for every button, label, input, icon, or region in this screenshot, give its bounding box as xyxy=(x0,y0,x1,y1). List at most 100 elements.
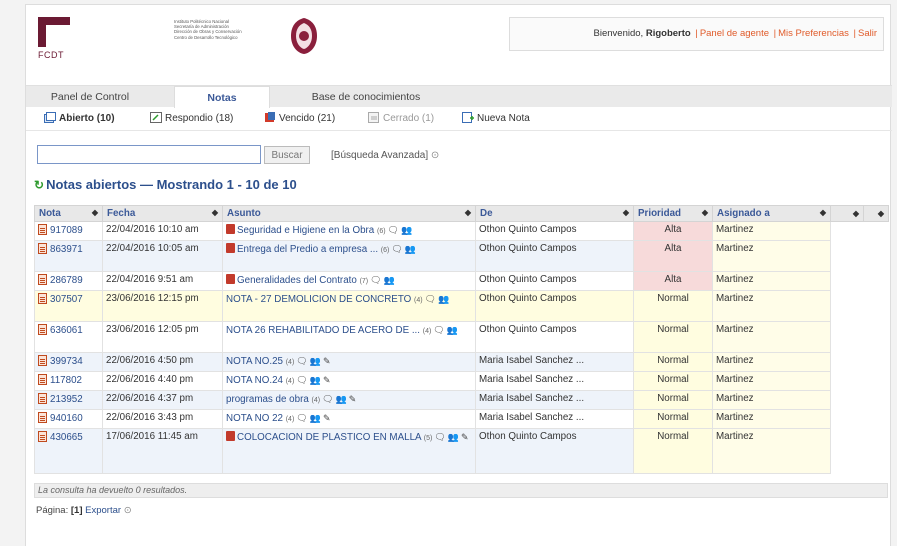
tab-panel-control[interactable]: Panel de Control xyxy=(40,86,140,108)
subject-cell[interactable]: NOTA NO.25 (4) 🗨 👥 ✎ xyxy=(222,352,476,372)
subject-link[interactable]: NOTA NO.25 xyxy=(226,356,283,367)
reply-count: (4) xyxy=(285,416,295,423)
note-id-cell[interactable]: 917089 xyxy=(34,221,103,241)
note-id-link[interactable]: 917089 xyxy=(50,225,83,236)
col-extra-2[interactable]: ◆ xyxy=(863,205,889,222)
subject-link[interactable]: NOTA 26 REHABILITADO DE ACERO DE ... xyxy=(226,325,420,336)
note-id-cell[interactable]: 117802 xyxy=(34,371,103,391)
advanced-search-link[interactable]: [Búsqueda Avanzada] ⊙ xyxy=(331,150,439,161)
subject-cell[interactable]: Entrega del Predio a empresa ... (6) 🗨 👥 xyxy=(222,240,476,272)
page-link[interactable]: [1] xyxy=(71,505,83,516)
assigned-cell: Martinez xyxy=(712,290,831,322)
note-id-link[interactable]: 430665 xyxy=(50,432,83,443)
sort-icon: ◆ xyxy=(819,208,826,217)
filter-closed[interactable]: Cerrado (1) xyxy=(368,112,434,124)
comment-icon: 🗨 xyxy=(387,225,399,235)
col-prioridad[interactable]: Prioridad ◆ xyxy=(633,205,713,222)
subject-link[interactable]: NOTA NO.24 xyxy=(226,375,283,386)
table-row[interactable]: 117802 22/06/2016 4:40 pm NOTA NO.24 (4) 🗨 👥… xyxy=(34,371,889,391)
col-fecha[interactable]: Fecha ◆ xyxy=(102,205,223,222)
comment-icon: 🗨 xyxy=(370,275,382,285)
users-icon: 👥 xyxy=(309,356,321,366)
overdue-icon xyxy=(265,112,275,122)
table-row[interactable]: 940160 22/06/2016 3:43 pm NOTA NO 22 (4) 🗨 👥… xyxy=(34,409,889,429)
subject-cell[interactable]: NOTA 26 REHABILITADO DE ACERO DE ... (4)… xyxy=(222,321,476,353)
priority-cell: Normal xyxy=(633,428,713,474)
priority-cell: Alta xyxy=(633,240,713,272)
col-asignado[interactable]: Asignado a ◆ xyxy=(712,205,831,222)
table-row[interactable]: 286789 22/04/2016 9:51 am Generalidades de… xyxy=(34,271,889,291)
note-id-link[interactable]: 213952 xyxy=(50,394,83,405)
subject-cell[interactable]: COLOCACION DE PLASTICO EN MALLA (5) 🗨 👥 ✎ xyxy=(222,428,476,474)
subject-cell[interactable]: Generalidades del Contrato (7) 🗨 👥 xyxy=(222,271,476,291)
note-id-cell[interactable]: 399734 xyxy=(34,352,103,372)
filter-answered[interactable]: Respondio (18) xyxy=(150,112,233,124)
note-id-cell[interactable]: 307507 xyxy=(34,290,103,322)
logout-link[interactable]: Salir xyxy=(858,28,877,39)
search-button[interactable]: Buscar xyxy=(264,146,310,164)
filter-overdue[interactable]: Vencido (21) xyxy=(264,112,335,124)
empty-cell xyxy=(864,322,889,353)
empty-cell xyxy=(831,322,864,353)
tab-notas[interactable]: Notas xyxy=(174,86,270,108)
from-cell: Maria Isabel Sanchez ... xyxy=(475,371,634,391)
note-id-link[interactable]: 399734 xyxy=(50,356,83,367)
note-id-link[interactable]: 117802 xyxy=(50,375,82,386)
note-id-link[interactable]: 863971 xyxy=(50,244,83,255)
table-row[interactable]: 399734 22/06/2016 4:50 pm NOTA NO.25 (4) 🗨 👥… xyxy=(34,352,889,372)
date-cell: 17/06/2016 11:45 am xyxy=(102,428,223,474)
subject-link[interactable]: NOTA - 27 DEMOLICION DE CONCRETO xyxy=(226,294,411,305)
note-id-cell[interactable]: 940160 xyxy=(34,409,103,429)
priority-cell: Normal xyxy=(633,352,713,372)
new-note-button[interactable]: Nueva Nota xyxy=(462,112,530,124)
page-frame: FCDT Instituto Politécnico Nacional Secr… xyxy=(25,4,892,546)
col-nota[interactable]: Nota ◆ xyxy=(34,205,103,222)
subject-cell[interactable]: NOTA NO 22 (4) 🗨 👥 ✎ xyxy=(222,409,476,429)
tab-knowledge-base[interactable]: Base de conocimientos xyxy=(286,86,446,108)
table-row[interactable]: 863971 22/04/2016 10:05 am Entrega del Pre… xyxy=(34,240,889,272)
note-id-link[interactable]: 940160 xyxy=(50,413,83,424)
users-icon: 👥 xyxy=(309,413,321,423)
subject-link[interactable]: NOTA NO 22 xyxy=(226,413,283,424)
table-row[interactable]: 307507 23/06/2016 12:15 pm NOTA - 27 DEMOL… xyxy=(34,290,889,322)
note-id-cell[interactable]: 430665 xyxy=(34,428,103,474)
table-row[interactable]: 636061 23/06/2016 12:05 pm NOTA 26 REHABIL… xyxy=(34,321,889,353)
date-cell: 22/04/2016 10:05 am xyxy=(102,240,223,272)
col-extra-1[interactable]: ◆ xyxy=(830,205,864,222)
subject-cell[interactable]: programas de obra (4) 🗨 👥 ✎ xyxy=(222,390,476,410)
export-link[interactable]: Exportar xyxy=(85,505,121,516)
subject-link[interactable]: Seguridad e Higiene en la Obra xyxy=(237,225,374,236)
note-id-cell[interactable]: 636061 xyxy=(34,321,103,353)
subject-cell[interactable]: NOTA - 27 DEMOLICION DE CONCRETO (4) 🗨 👥 xyxy=(222,290,476,322)
subject-link[interactable]: Generalidades del Contrato xyxy=(237,275,357,286)
attachment-icon: ✎ xyxy=(348,394,357,404)
subject-cell[interactable]: NOTA NO.24 (4) 🗨 👥 ✎ xyxy=(222,371,476,391)
note-doc-icon xyxy=(38,274,47,285)
note-id-cell[interactable]: 286789 xyxy=(34,271,103,291)
table-row[interactable]: 213952 22/06/2016 4:37 pm programas de obr… xyxy=(34,390,889,410)
col-asunto[interactable]: Asunto ◆ xyxy=(222,205,476,222)
pager: Página: [1] Exportar ⊙ xyxy=(36,505,132,516)
subject-link[interactable]: COLOCACION DE PLASTICO EN MALLA xyxy=(237,432,421,443)
search-input[interactable] xyxy=(37,145,261,164)
filter-open[interactable]: Abierto (10) xyxy=(44,112,115,124)
note-id-link[interactable]: 286789 xyxy=(50,275,83,286)
priority-cell: Alta xyxy=(633,221,713,241)
subject-link[interactable]: Entrega del Predio a empresa ... xyxy=(237,244,378,255)
section-title: ↻ Notas abiertos — Mostrando 1 - 10 de 10 xyxy=(34,177,297,192)
empty-cell xyxy=(831,222,864,241)
col-de[interactable]: De ◆ xyxy=(475,205,634,222)
note-id-cell[interactable]: 213952 xyxy=(34,390,103,410)
subject-cell[interactable]: Seguridad e Higiene en la Obra (6) 🗨 👥 xyxy=(222,221,476,241)
table-row[interactable]: 917089 22/04/2016 10:10 am Seguridad e Hig… xyxy=(34,221,889,241)
note-id-link[interactable]: 307507 xyxy=(50,294,83,305)
note-id-cell[interactable]: 863971 xyxy=(34,240,103,272)
date-cell: 22/04/2016 10:10 am xyxy=(102,221,223,241)
refresh-icon[interactable]: ↻ xyxy=(34,178,44,192)
open-folder-icon xyxy=(44,112,56,123)
subject-link[interactable]: programas de obra xyxy=(226,394,309,405)
note-id-link[interactable]: 636061 xyxy=(50,325,83,336)
table-row[interactable]: 430665 17/06/2016 11:45 am COLOCACION DE P… xyxy=(34,428,889,474)
agent-panel-link[interactable]: Panel de agente xyxy=(700,28,769,39)
preferences-link[interactable]: Mis Preferencias xyxy=(778,28,849,39)
